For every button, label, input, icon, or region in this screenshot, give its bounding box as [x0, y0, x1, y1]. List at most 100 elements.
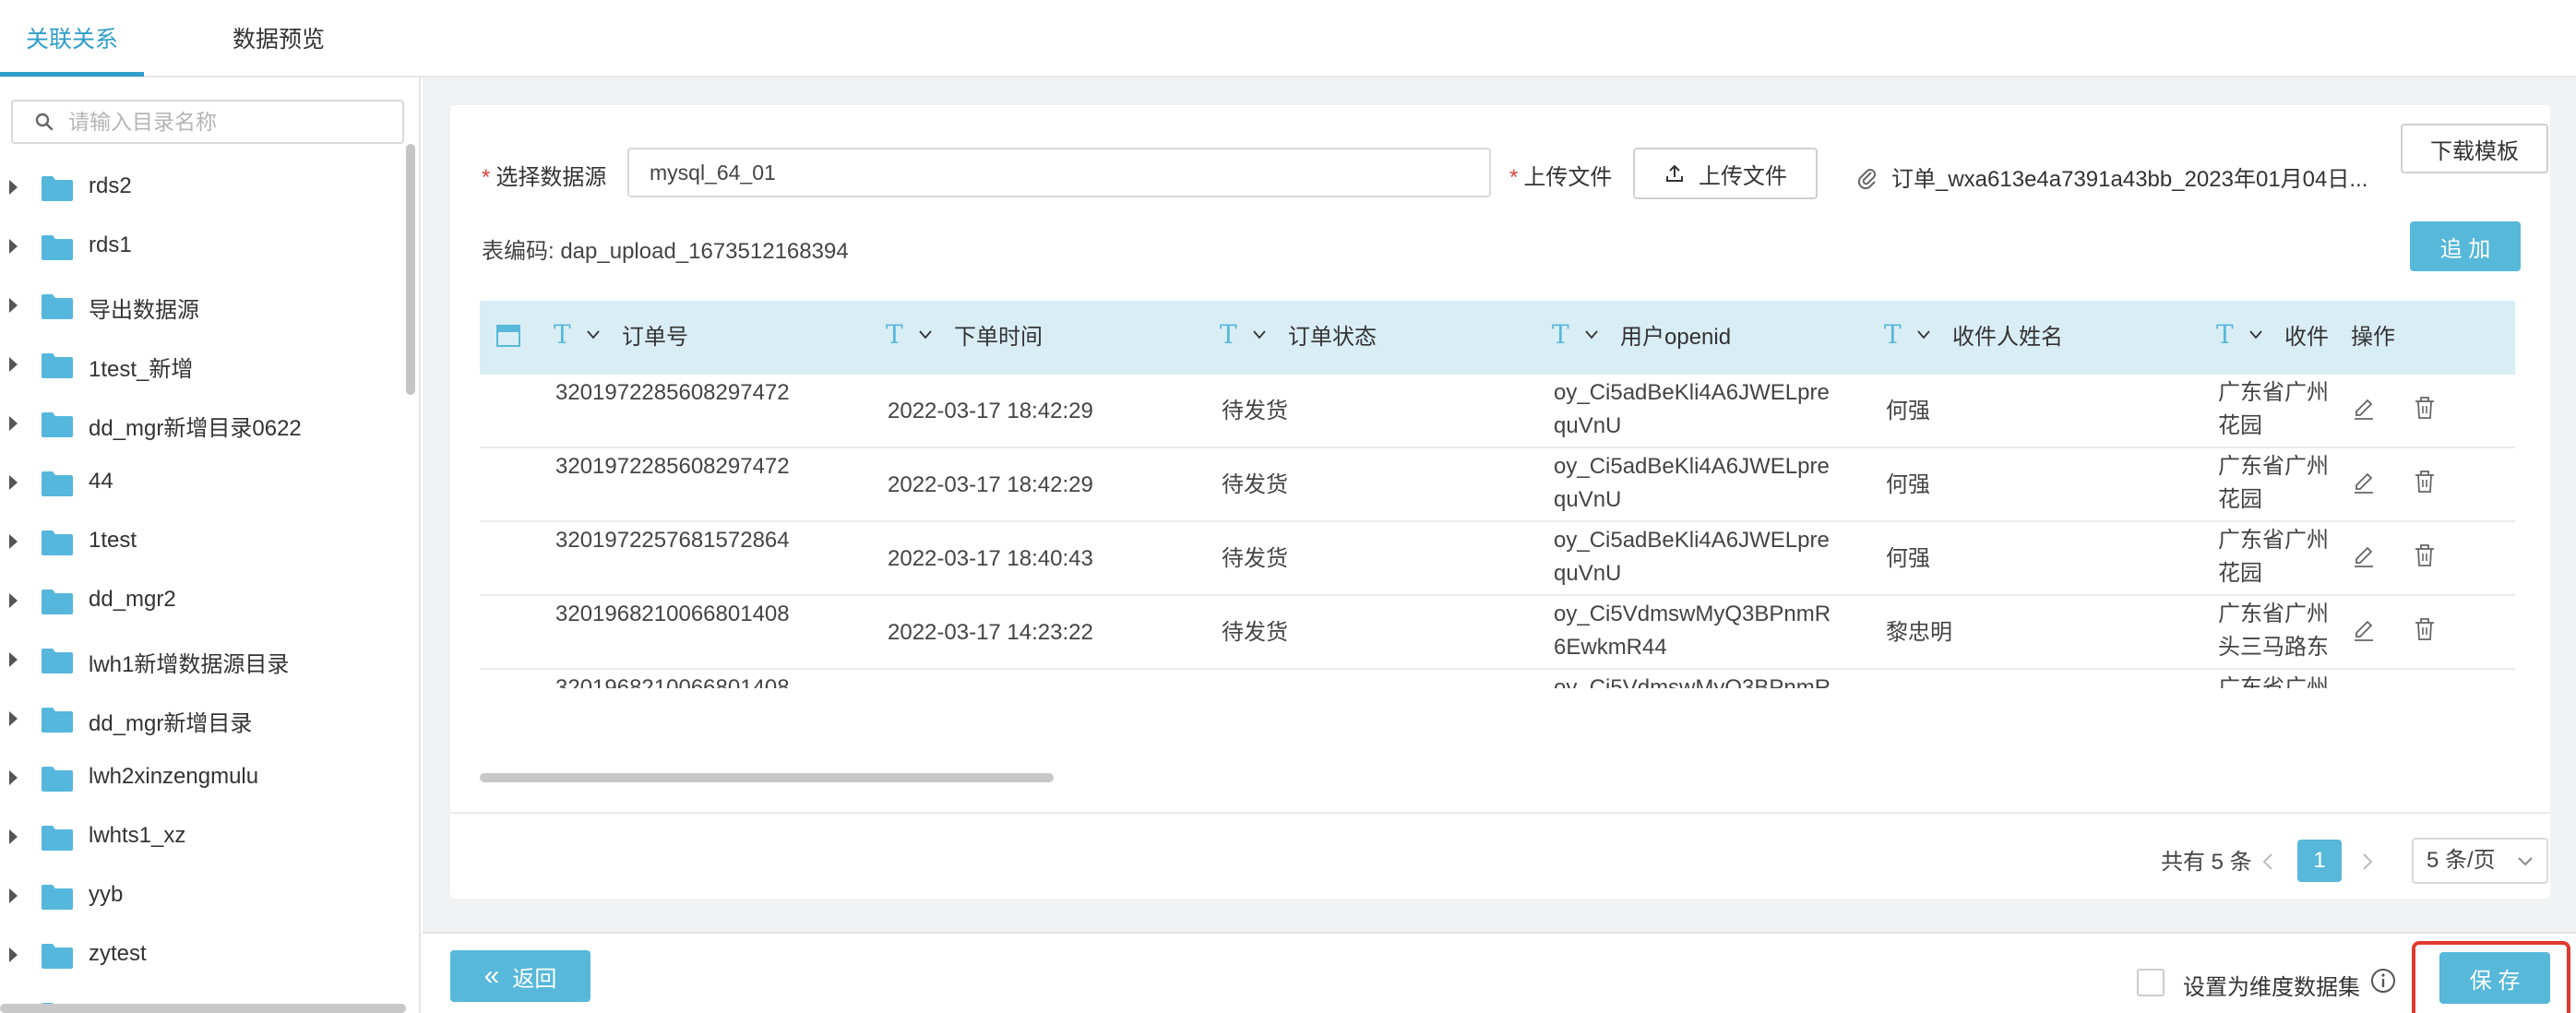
tree-item-label: dd_mgr新增目录0622 [89, 416, 302, 441]
edit-icon[interactable] [2351, 618, 2377, 644]
dimension-dataset-checkbox[interactable] [2137, 969, 2165, 996]
folder-icon [42, 590, 73, 614]
upload-file-label: * 上传文件 [1509, 159, 1612, 191]
tree-item[interactable]: 1test [0, 513, 406, 572]
cell-order-no: 3201972285608297472 [555, 380, 790, 405]
chevron-down-icon[interactable] [919, 328, 932, 341]
directory-search[interactable] [11, 100, 404, 144]
folder-icon [42, 767, 73, 792]
append-button[interactable]: 追 加 [2410, 221, 2521, 271]
delete-icon[interactable] [2412, 469, 2438, 495]
folder-icon [42, 471, 73, 496]
save-button[interactable]: 保 存 [2439, 952, 2550, 1004]
info-icon[interactable] [2369, 967, 2397, 995]
folder-icon [42, 530, 73, 555]
sidebar-horizontal-scrollbar[interactable] [0, 1004, 406, 1013]
tree-item-label: dd_mgr2 [89, 587, 176, 612]
next-page-icon[interactable] [2360, 851, 2375, 873]
required-mark: * [482, 165, 491, 190]
tree-item[interactable]: 导出数据源 [0, 277, 406, 336]
folder-icon [42, 176, 73, 201]
directory-search-input[interactable] [68, 107, 382, 137]
folder-icon [42, 353, 73, 378]
upload-file-button[interactable]: 上传文件 [1633, 148, 1818, 199]
tree-item-label: zytest [89, 941, 147, 966]
chevron-down-icon[interactable] [587, 328, 600, 341]
expand-caret-icon[interactable] [9, 180, 18, 195]
tab-preview[interactable]: 数据预览 [233, 0, 325, 77]
tree-item[interactable]: lwh2xinzengmulu [0, 749, 406, 808]
delete-icon[interactable] [2412, 395, 2438, 421]
chevron-down-icon[interactable] [1917, 328, 1930, 341]
back-button[interactable]: « 返回 [450, 950, 590, 1002]
expand-caret-icon[interactable] [9, 416, 18, 431]
tree-item[interactable]: lwhts1_xz [0, 808, 406, 867]
page-1-button[interactable]: 1 [2297, 840, 2342, 882]
tree-item[interactable]: dd_mgr新增目录0622 [0, 395, 406, 454]
expand-caret-icon[interactable] [9, 947, 18, 962]
tree-item[interactable]: 1test_新增 [0, 336, 406, 395]
expand-caret-icon[interactable] [9, 770, 18, 785]
expand-caret-icon[interactable] [9, 593, 18, 608]
column-header-label: 用户openid [1620, 325, 1732, 350]
tab-relation[interactable]: 关联关系 [26, 0, 118, 77]
tree-item-label: 1test [89, 528, 137, 553]
expand-caret-icon[interactable] [9, 475, 18, 490]
cell-address: 广东省广州头三马路东 [2218, 602, 2329, 660]
prev-page-icon[interactable] [2260, 851, 2275, 873]
edit-icon[interactable] [2351, 471, 2377, 496]
tree-item[interactable]: yyb [0, 867, 406, 926]
text-type-icon: T [1884, 319, 1902, 350]
expand-caret-icon[interactable] [9, 298, 18, 313]
datasource-label: * 选择数据源 [482, 159, 606, 191]
folder-icon [42, 885, 73, 910]
chevron-down-icon [2518, 857, 2533, 866]
sidebar-vertical-scrollbar[interactable] [406, 144, 415, 395]
table-row: 3201972285608297472 2022-03-17 18:42:29 待发… [480, 375, 2515, 448]
directory-tree: rds2 rds1 导出数据源 1test_新增 dd_mgr新增目录0622 44 1te… [0, 159, 406, 1013]
expand-caret-icon[interactable] [9, 534, 18, 549]
expand-caret-icon[interactable] [9, 357, 18, 372]
expand-caret-icon[interactable] [9, 239, 18, 254]
chevron-down-icon[interactable] [1253, 328, 1266, 341]
text-type-icon: T [1552, 319, 1569, 350]
expand-caret-icon[interactable] [9, 711, 18, 726]
page-size-select[interactable]: 5 条/页 [2412, 838, 2548, 884]
chevron-down-icon[interactable] [1585, 328, 1598, 341]
tree-item-label: lwh1新增数据源目录 [89, 652, 290, 677]
operations-cell [2343, 670, 2515, 688]
tree-item-label: yyb [89, 882, 124, 907]
tree-item-label: lwh2xinzengmulu [89, 764, 259, 789]
folder-icon [42, 412, 73, 437]
tree-item[interactable]: zytest [0, 926, 406, 985]
tree-item[interactable]: rds2 [0, 159, 406, 218]
text-type-icon: T [554, 319, 571, 350]
tree-item[interactable]: lwh1新增数据源目录 [0, 631, 406, 690]
expand-caret-icon[interactable] [9, 829, 18, 844]
expand-caret-icon[interactable] [9, 888, 18, 903]
operations-cell [2343, 375, 2515, 447]
column-settings-icon[interactable] [496, 325, 520, 347]
delete-icon[interactable] [2412, 616, 2438, 642]
edit-icon[interactable] [2351, 397, 2377, 423]
tree-item[interactable]: dd_mgr2 [0, 572, 406, 631]
cell-address: 广东省广州花园 [2218, 380, 2329, 438]
active-tab-indicator [0, 72, 144, 77]
tree-item[interactable]: rds1 [0, 218, 406, 277]
delete-icon[interactable] [2412, 542, 2438, 568]
cell-address: 广东省广州花园 [2218, 528, 2329, 586]
uploaded-file-name[interactable]: 订单_wxa613e4a7391a43bb_2023年01月04日... [1891, 161, 2367, 193]
table-horizontal-scrollbar[interactable] [480, 773, 1054, 782]
paperclip-icon [1857, 169, 1876, 190]
tree-item[interactable]: dd_mgr新增目录 [0, 690, 406, 749]
expand-caret-icon[interactable] [9, 652, 18, 667]
download-template-button[interactable]: 下载模板 [2401, 124, 2548, 173]
edit-icon[interactable] [2351, 544, 2377, 570]
main-panel: 下载模板 * 选择数据源 mysql_64_01 * 上传文件 上传文件 订单_wx… [423, 77, 2576, 1013]
folder-icon [42, 944, 73, 969]
footer-bar: « 返回 设置为维度数据集 保 存 [423, 932, 2576, 1013]
datasource-select[interactable]: mysql_64_01 [627, 148, 1491, 197]
tree-item[interactable]: 44 [0, 454, 406, 513]
tree-item-label: rds2 [89, 173, 132, 198]
chevron-down-icon[interactable] [2249, 328, 2262, 341]
